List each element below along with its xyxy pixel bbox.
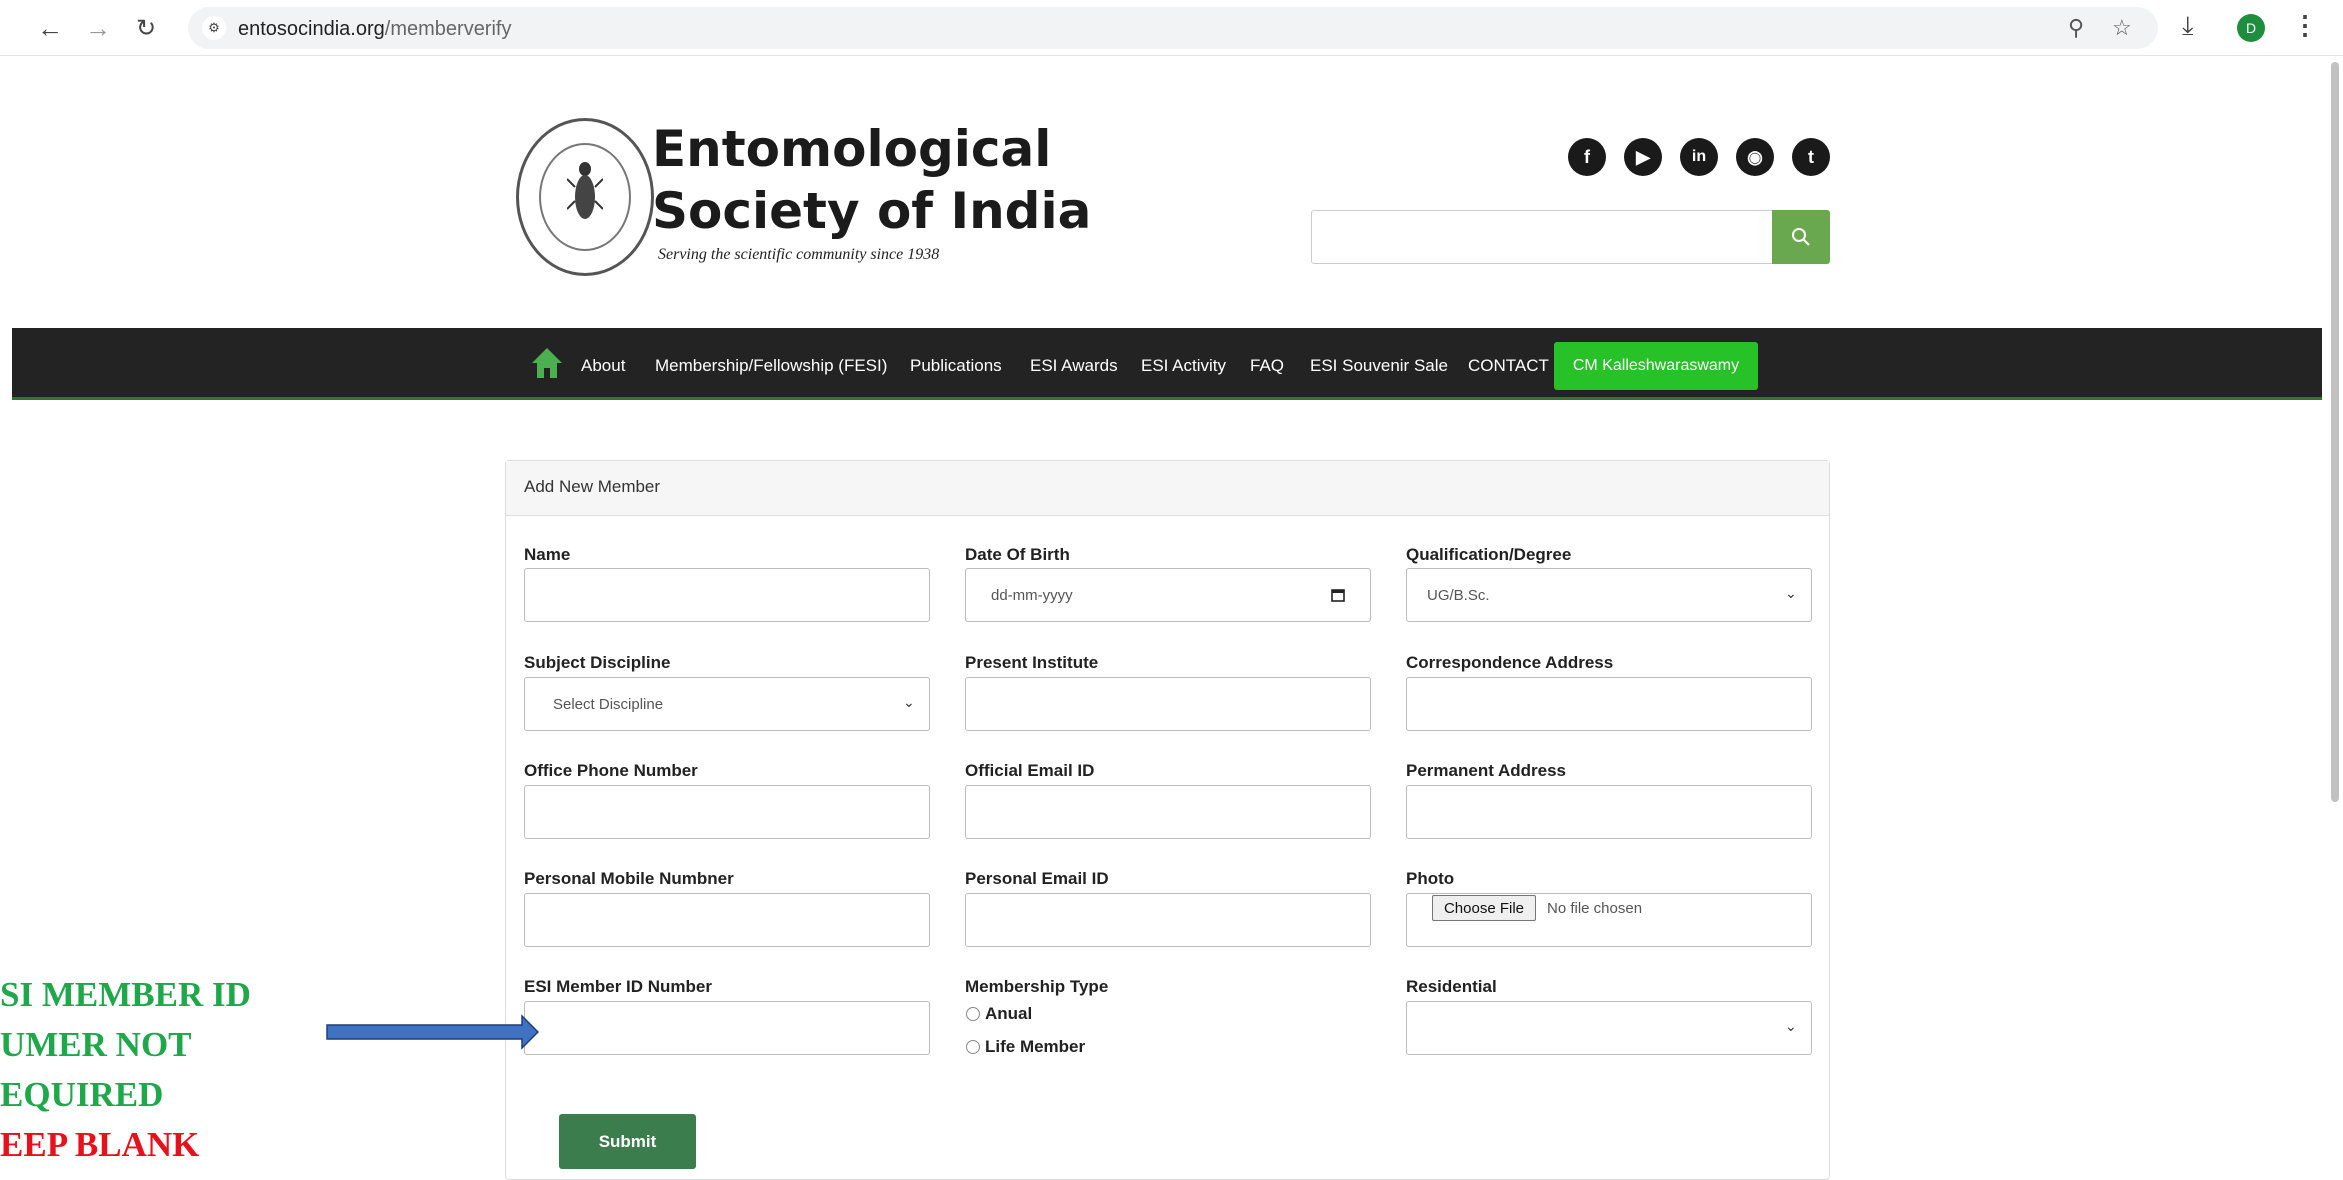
site-tagline: Serving the scientific community since 1…: [658, 246, 940, 263]
url-text[interactable]: entosocindia.org/memberverify: [238, 18, 511, 41]
chevron-down-icon: ⌄: [903, 694, 915, 710]
society-seal-logo: [516, 118, 654, 276]
back-icon[interactable]: ←: [32, 10, 68, 46]
url-path: /memberverify: [384, 18, 512, 40]
mobile-label: Personal Mobile Numbner: [524, 869, 734, 888]
nav-publications[interactable]: Publications: [910, 356, 1002, 376]
personal-email-input[interactable]: [965, 893, 1371, 947]
card-header: [506, 461, 1829, 516]
site-search-input[interactable]: [1311, 210, 1773, 264]
annotation-line-3: EQUIRED: [0, 1075, 164, 1114]
calendar-icon[interactable]: [1331, 588, 1345, 602]
nav-esi-awards[interactable]: ESI Awards: [1030, 356, 1118, 376]
nav-membership[interactable]: Membership/Fellowship (FESI): [655, 356, 887, 376]
corr-address-label: Correspondence Address: [1406, 653, 1614, 672]
card-title: Add New Member: [524, 477, 661, 496]
photo-label: Photo: [1406, 869, 1455, 888]
annotation-line-1: SI MEMBER ID: [0, 975, 251, 1014]
perm-address-input[interactable]: [1406, 785, 1812, 839]
site-title-line1: Entomological: [652, 120, 1052, 178]
nav-faq[interactable]: FAQ: [1250, 356, 1284, 376]
institute-label: Present Institute: [965, 653, 1099, 672]
membership-type-label: Membership Type: [965, 977, 1109, 996]
instagram-icon[interactable]: ◉: [1736, 138, 1774, 176]
member-id-label: ESI Member ID Number: [524, 977, 712, 996]
subject-select[interactable]: Select Discipline ⌄: [524, 677, 930, 731]
site-search-button[interactable]: [1772, 210, 1830, 264]
search-icon: [1792, 228, 1810, 246]
perm-address-label: Permanent Address: [1406, 761, 1566, 780]
home-icon[interactable]: [530, 346, 564, 380]
radio-anual-label: Anual: [985, 1004, 1033, 1023]
forward-icon[interactable]: →: [80, 10, 116, 46]
office-phone-input[interactable]: [524, 785, 930, 839]
browser-toolbar: ← → ↻ ⚙ entosocindia.org/memberverify ⚲ …: [0, 0, 2343, 56]
chevron-down-icon: ⌄: [1785, 585, 1797, 601]
qualification-select[interactable]: UG/B.Sc. ⌄: [1406, 568, 1812, 622]
nav-highlight-button[interactable]: CM Kalleshwaraswamy: [1554, 342, 1758, 390]
dob-placeholder: dd-mm-yyyy: [991, 587, 1073, 604]
site-title[interactable]: Entomological Society of India: [652, 118, 1091, 242]
photo-file-status: No file chosen: [1547, 900, 1643, 917]
zoom-icon[interactable]: ⚲: [2068, 15, 2084, 41]
official-email-label: Official Email ID: [965, 761, 1095, 780]
address-bar[interactable]: ⚙ entosocindia.org/memberverify ⚲ ☆: [188, 7, 2158, 49]
bookmark-star-icon[interactable]: ☆: [2112, 15, 2132, 41]
mobile-input[interactable]: [524, 893, 930, 947]
radio-anual[interactable]: [966, 1007, 980, 1021]
choose-file-button[interactable]: Choose File: [1432, 895, 1536, 921]
residential-label: Residential: [1406, 977, 1497, 996]
site-title-line2: Society of India: [652, 182, 1092, 240]
chevron-down-icon: ⌄: [1785, 1018, 1797, 1034]
more-menu-icon[interactable]: ⋮: [2292, 10, 2318, 41]
institute-input[interactable]: [965, 677, 1371, 731]
dob-label: Date Of Birth: [965, 545, 1070, 564]
youtube-icon[interactable]: ▶: [1624, 138, 1662, 176]
download-icon[interactable]: ⤓: [2182, 10, 2194, 42]
official-email-input[interactable]: [965, 785, 1371, 839]
submit-button[interactable]: Submit: [559, 1114, 696, 1169]
nav-about[interactable]: About: [581, 356, 625, 376]
radio-life-member-label: Life Member: [985, 1037, 1086, 1056]
subject-selected: Select Discipline: [553, 696, 664, 713]
name-input[interactable]: [524, 568, 930, 622]
annotation-arrow-icon: [326, 1014, 540, 1050]
qualification-selected: UG/B.Sc.: [1427, 587, 1490, 604]
annotation-line-4: EEP BLANK: [0, 1125, 200, 1164]
insect-emblem-icon: [567, 162, 603, 219]
subject-label: Subject Discipline: [524, 653, 671, 672]
nav-esi-activity[interactable]: ESI Activity: [1141, 356, 1226, 376]
nav-contact[interactable]: CONTACT: [1468, 356, 1549, 376]
reload-icon[interactable]: ↻: [128, 10, 164, 46]
nav-souvenir-sale[interactable]: ESI Souvenir Sale: [1310, 356, 1448, 376]
radio-life-member[interactable]: [966, 1040, 980, 1054]
corr-address-input[interactable]: [1406, 677, 1812, 731]
office-phone-label: Office Phone Number: [524, 761, 698, 780]
twitter-icon[interactable]: t: [1792, 138, 1830, 176]
profile-initial: D: [2245, 20, 2257, 36]
member-id-input[interactable]: [524, 1001, 930, 1055]
profile-avatar[interactable]: D: [2237, 14, 2265, 42]
dob-input[interactable]: dd-mm-yyyy: [965, 568, 1371, 622]
linkedin-icon[interactable]: in: [1680, 138, 1718, 176]
residential-select[interactable]: ⌄: [1406, 1001, 1812, 1055]
site-info-icon[interactable]: ⚙: [202, 16, 226, 40]
url-domain: entosocindia.org: [238, 18, 385, 40]
qualification-label: Qualification/Degree: [1406, 545, 1572, 564]
personal-email-label: Personal Email ID: [965, 869, 1109, 888]
facebook-icon[interactable]: f: [1568, 138, 1606, 176]
annotation-line-2: UMER NOT: [0, 1025, 192, 1064]
name-label: Name: [524, 545, 571, 564]
scrollbar-thumb[interactable]: [2331, 62, 2339, 802]
